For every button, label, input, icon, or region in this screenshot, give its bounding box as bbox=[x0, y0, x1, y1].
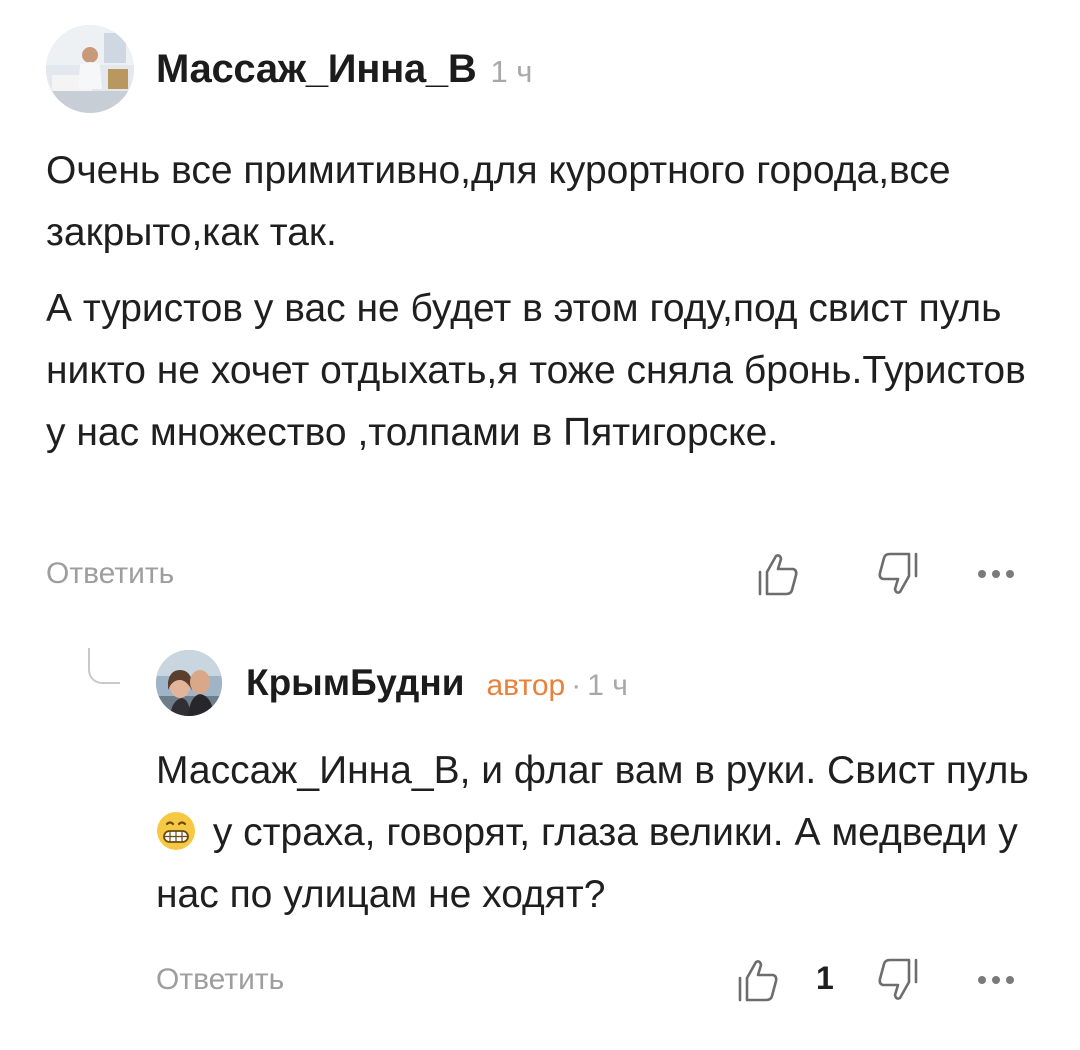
reply-button[interactable]: Ответить bbox=[46, 557, 174, 591]
reply-header: КрымБудни автор · 1 ч bbox=[156, 646, 628, 720]
thumbs-up-icon[interactable] bbox=[732, 952, 784, 1008]
grinning-face-emoji bbox=[157, 812, 195, 850]
author-badge: автор bbox=[486, 669, 566, 702]
more-dots-icon[interactable] bbox=[970, 952, 1022, 1008]
separator-dot: · bbox=[571, 669, 582, 702]
thumbs-down-icon[interactable] bbox=[872, 952, 924, 1008]
avatar[interactable] bbox=[46, 25, 134, 113]
reply-thread-line bbox=[88, 648, 120, 684]
reply-button[interactable]: Ответить bbox=[156, 963, 284, 997]
thumbs-up-icon[interactable] bbox=[752, 546, 804, 602]
avatar-photo bbox=[156, 650, 222, 716]
comment-paragraph: А туристов у вас не будет в этом году,по… bbox=[46, 287, 1026, 454]
author-name[interactable]: КрымБудни bbox=[246, 662, 465, 704]
avatar[interactable] bbox=[156, 650, 222, 716]
like-count: 1 bbox=[816, 960, 834, 996]
reply-text-start: Массаж_Инна_В, и флаг вам в руки. Свист … bbox=[156, 749, 1029, 792]
comment-text: Очень все примитивно,для курортного горо… bbox=[46, 140, 1046, 478]
comment-header: Массаж_Инна_В 1 ч bbox=[46, 24, 532, 114]
avatar-photo bbox=[46, 25, 134, 113]
comment-time: 1 ч bbox=[490, 54, 533, 89]
reply-text-end: у страха, говорят, глаза велики. А медве… bbox=[156, 811, 1018, 916]
author-name[interactable]: Массаж_Инна_В bbox=[156, 47, 477, 92]
reply-actions: Ответить 1 bbox=[156, 952, 1036, 1008]
reply-text: Массаж_Инна_В, и флаг вам в руки. Свист … bbox=[156, 740, 1036, 926]
comment-actions: Ответить bbox=[46, 546, 1036, 602]
thumbs-down-icon[interactable] bbox=[872, 546, 924, 602]
more-dots-icon[interactable] bbox=[970, 546, 1022, 602]
comment-paragraph: Очень все примитивно,для курортного горо… bbox=[46, 149, 951, 254]
reply-time: 1 ч bbox=[587, 669, 628, 702]
